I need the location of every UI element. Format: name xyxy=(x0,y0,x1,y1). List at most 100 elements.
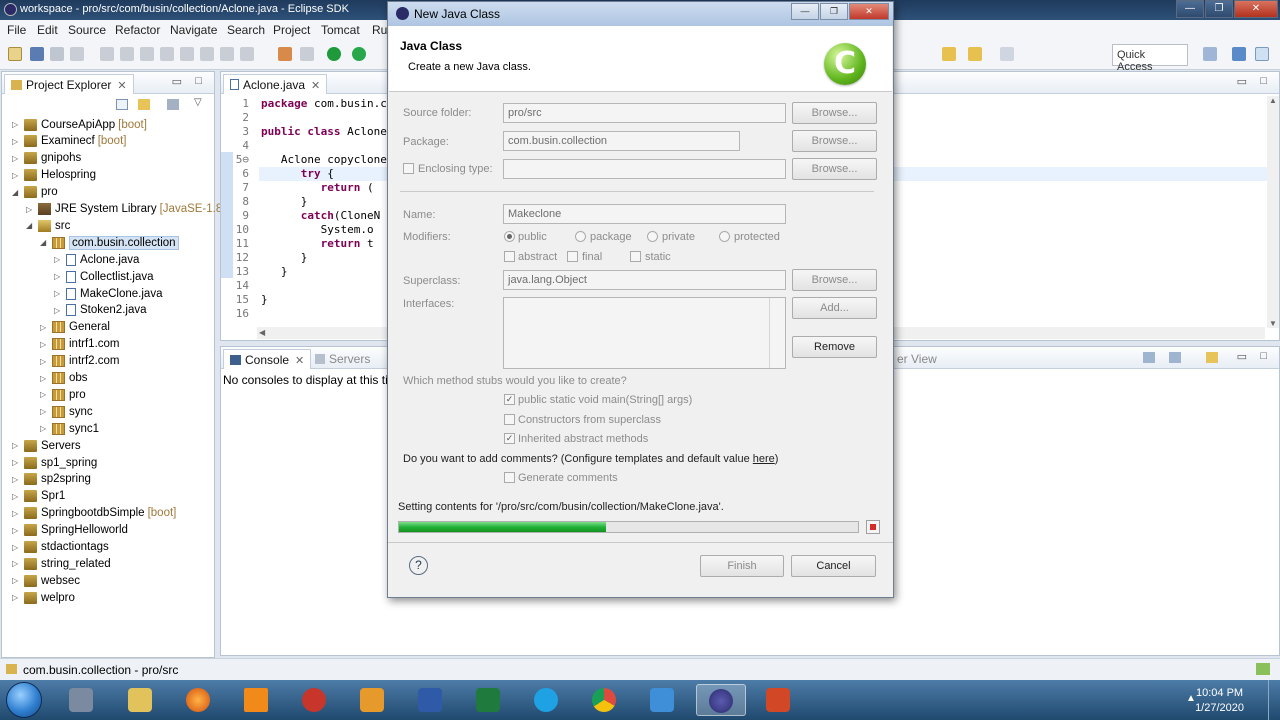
menu-file[interactable]: File xyxy=(7,23,26,37)
expand-arrow-icon[interactable]: ▷ xyxy=(12,120,22,129)
tree-item[interactable]: ▷ gnipohs xyxy=(12,150,81,167)
collapse-all-icon[interactable] xyxy=(116,99,128,110)
maximize-icon[interactable]: □ xyxy=(1260,75,1267,87)
expand-arrow-icon[interactable]: ▷ xyxy=(12,526,22,535)
tab-console[interactable]: Console ✕ xyxy=(223,349,312,369)
close-button[interactable]: ✕ xyxy=(1234,0,1278,18)
expand-arrow-icon[interactable]: ▷ xyxy=(12,458,22,467)
vertical-scrollbar[interactable]: ▲ ▼ xyxy=(1267,96,1279,328)
step-over-icon[interactable] xyxy=(220,47,234,61)
taskbar-item-word[interactable] xyxy=(406,684,456,716)
expand-arrow-icon[interactable]: ▷ xyxy=(40,374,50,383)
expand-arrow-icon[interactable]: ▷ xyxy=(12,509,22,518)
superclass-field[interactable]: java.lang.Object xyxy=(503,270,786,290)
expand-arrow-icon[interactable]: ▷ xyxy=(54,272,64,281)
dialog-maximize-button[interactable]: ❐ xyxy=(820,3,848,20)
tree-item[interactable]: ◢ src xyxy=(26,217,70,234)
tree-item[interactable]: ▷ MakeClone.java xyxy=(54,285,162,302)
suspend-icon[interactable] xyxy=(140,47,154,61)
tree-item[interactable]: ▷ CourseApiApp [boot] xyxy=(12,116,147,133)
tree-item[interactable]: ▷ Helospring xyxy=(12,167,96,184)
browse-package-button[interactable]: Browse... xyxy=(792,130,877,152)
show-desktop-button[interactable] xyxy=(1268,680,1280,720)
cancel-button[interactable]: Cancel xyxy=(791,555,876,577)
close-icon[interactable]: ✕ xyxy=(295,354,304,367)
menu-refactor[interactable]: Refactor xyxy=(115,23,160,37)
start-button[interactable] xyxy=(6,682,42,718)
disconnect-icon[interactable] xyxy=(180,47,194,61)
step-into-icon[interactable] xyxy=(200,47,214,61)
menu-edit[interactable]: Edit xyxy=(37,23,58,37)
expand-arrow-icon[interactable]: ▷ xyxy=(12,441,22,450)
previous-annotation-icon[interactable] xyxy=(942,47,956,61)
expand-arrow-icon[interactable]: ▷ xyxy=(12,543,22,552)
tree-item[interactable]: ▷ JRE System Library [JavaSE-1.8] xyxy=(26,201,225,218)
expand-arrow-icon[interactable]: ▷ xyxy=(40,424,50,433)
menu-tomcat[interactable]: Tomcat xyxy=(321,23,360,37)
step-return-icon[interactable] xyxy=(240,47,254,61)
modifier-abstract-checkbox[interactable] xyxy=(504,251,515,262)
tree-item[interactable]: ▷ websec xyxy=(12,572,80,589)
modifier-public-radio[interactable] xyxy=(504,231,515,242)
taskbar-item-app[interactable] xyxy=(290,684,340,716)
taskbar-item-eclipse[interactable] xyxy=(696,684,746,716)
tree-item[interactable]: ▷ Servers xyxy=(12,437,81,454)
tree-item[interactable]: ▷ intrf2.com xyxy=(40,353,120,370)
expand-arrow-icon[interactable]: ▷ xyxy=(40,323,50,332)
expand-arrow-icon[interactable]: ▷ xyxy=(26,205,36,214)
print-icon[interactable] xyxy=(70,47,84,61)
enclosing-type-checkbox[interactable] xyxy=(403,163,414,174)
minimize-icon[interactable]: ▭ xyxy=(1237,75,1247,88)
add-interface-button[interactable]: Add... xyxy=(792,297,877,319)
stub-inherited-checkbox[interactable]: ✓ xyxy=(504,433,515,444)
stub-constructors-checkbox[interactable] xyxy=(504,414,515,425)
expand-arrow-icon[interactable]: ▷ xyxy=(40,407,50,416)
quick-access-field[interactable]: Quick Access xyxy=(1112,44,1188,73)
tree-item[interactable]: ▷ SpringbootdbSimple [boot] xyxy=(12,505,176,522)
tab-project-explorer[interactable]: Project Explorer ✕ xyxy=(4,74,134,94)
view-menu-icon[interactable]: ▽ xyxy=(194,97,202,108)
minimize-button[interactable]: — xyxy=(1176,0,1204,18)
modifier-private-radio[interactable] xyxy=(647,231,658,242)
finish-button[interactable]: Finish xyxy=(700,555,784,577)
enclosing-type-field[interactable] xyxy=(503,159,786,179)
tree-item[interactable]: ▷ intrf1.com xyxy=(40,336,120,353)
name-field[interactable]: Makeclone xyxy=(503,204,786,224)
modifier-package-radio[interactable] xyxy=(575,231,586,242)
expand-arrow-icon[interactable]: ▷ xyxy=(12,154,22,163)
expand-arrow-icon[interactable]: ▷ xyxy=(12,492,22,501)
package-field[interactable]: com.busin.collection xyxy=(503,131,740,151)
expand-arrow-icon[interactable]: ◢ xyxy=(40,238,50,247)
close-icon[interactable]: ✕ xyxy=(117,79,126,92)
expand-arrow-icon[interactable]: ▷ xyxy=(54,306,64,315)
tree-item[interactable]: ▷ pro xyxy=(40,386,86,403)
clock[interactable]: 10:04 PM 1/27/2020 xyxy=(1195,686,1244,716)
tree-item[interactable]: ▷ General xyxy=(40,319,110,336)
tree-item[interactable]: ▷ sync xyxy=(40,403,93,420)
source-folder-field[interactable]: pro/src xyxy=(503,103,786,123)
configure-templates-link[interactable]: here xyxy=(753,453,775,465)
tree-item[interactable]: ▷ sp1_spring xyxy=(12,454,97,471)
tree-item[interactable]: ◢ com.busin.collection xyxy=(40,234,179,251)
tree-item[interactable]: ▷ Stoken2.java xyxy=(54,302,147,319)
display-console-icon[interactable] xyxy=(1143,352,1155,363)
forward-icon[interactable] xyxy=(1000,47,1014,61)
terminate-icon[interactable] xyxy=(160,47,174,61)
taskbar-item-excel[interactable] xyxy=(464,684,514,716)
expand-arrow-icon[interactable]: ◢ xyxy=(26,221,36,230)
tree-item[interactable]: ▷ Spr1 xyxy=(12,488,65,505)
save-all-icon[interactable] xyxy=(50,47,64,61)
taskbar-item-firefox[interactable] xyxy=(174,684,224,716)
taskbar-item-skype[interactable] xyxy=(522,684,572,716)
tree-item[interactable]: ▷ stdactiontags xyxy=(12,539,109,556)
taskbar-item-folder[interactable] xyxy=(116,684,166,716)
expand-arrow-icon[interactable]: ▷ xyxy=(12,593,22,602)
debug-perspective-icon[interactable] xyxy=(1255,47,1269,61)
minimize-icon[interactable]: ▭ xyxy=(1237,350,1247,363)
java-perspective-icon[interactable] xyxy=(1232,47,1246,61)
generate-comments-checkbox[interactable] xyxy=(504,472,515,483)
taskbar-item-vlc[interactable] xyxy=(232,684,282,716)
resume-icon[interactable] xyxy=(120,47,134,61)
tree-item[interactable]: ▷ Examinecf [boot] xyxy=(12,133,126,150)
open-console-icon[interactable] xyxy=(1206,352,1218,363)
